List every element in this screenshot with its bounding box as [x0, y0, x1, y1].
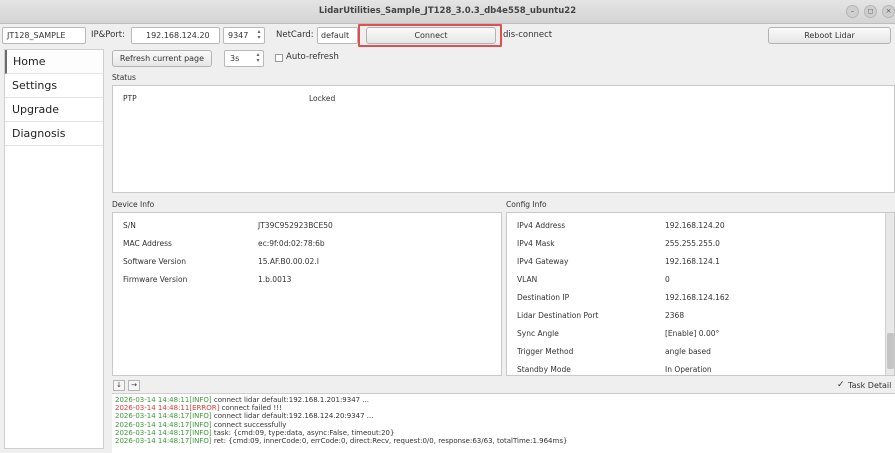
port-input[interactable]: 9347 ▴ ▾ — [223, 27, 265, 44]
device-info-value: 15.AF.B0.00.02.I — [258, 257, 319, 266]
status-value: Locked — [309, 94, 336, 103]
log-line: 2026-03-14 14:48:17[INFO] task: {cmd:09,… — [115, 428, 395, 437]
device-info-value: 1.b.0013 — [258, 275, 292, 284]
config-info-value: 0 — [665, 275, 670, 284]
config-info-panel: IPv4 Address 192.168.124.20 IPv4 Mask 25… — [506, 212, 895, 376]
sidebar-item-diagnosis[interactable]: Diagnosis — [5, 122, 103, 146]
config-info-value: angle based — [665, 347, 711, 356]
minimize-button[interactable]: – — [846, 5, 859, 18]
config-info-value: 192.168.124.20 — [665, 221, 725, 230]
device-info-key: S/N — [123, 221, 136, 230]
connection-status: dis-connect — [503, 30, 553, 40]
device-info-value: ec:9f:0d:02:78:6b — [258, 239, 325, 248]
config-info-key: IPv4 Gateway — [517, 257, 569, 266]
title-bar: LidarUtilities_Sample_JT128_3.0.3_db4e55… — [0, 0, 895, 24]
config-info-key: IPv4 Address — [517, 221, 566, 230]
device-type-select[interactable]: JT128_SAMPLE — [2, 27, 86, 44]
task-detail-label: Task Detail — [848, 381, 892, 390]
spinner-arrows-icon[interactable]: ▴ ▾ — [254, 52, 262, 65]
device-info-panel: S/N JT39C952923BCE50 MAC Address ec:9f:0… — [112, 212, 502, 376]
scroll-right-button[interactable]: → — [128, 380, 140, 391]
config-info-key: Standby Mode — [517, 365, 571, 374]
port-value: 9347 — [228, 31, 249, 40]
config-info-value: 192.168.124.1 — [665, 257, 720, 266]
refresh-interval-value: 3s — [230, 54, 240, 63]
maximize-button[interactable]: ◻ — [864, 5, 877, 18]
refresh-page-button[interactable]: Refresh current page — [112, 50, 212, 67]
netcard-label: NetCard: — [276, 30, 314, 40]
config-info-value: 255.255.255.0 — [665, 239, 720, 248]
ip-address-input[interactable]: 192.168.124.20 — [131, 27, 220, 44]
config-info-key: Lidar Destination Port — [517, 311, 599, 320]
scrollbar-thumb[interactable] — [887, 333, 894, 369]
close-button[interactable]: × — [882, 5, 895, 18]
reboot-lidar-button[interactable]: Reboot Lidar — [768, 27, 891, 44]
sidebar-item-settings[interactable]: Settings — [5, 74, 103, 98]
log-line: 2026-03-14 14:48:17[INFO] ret: {cmd:09, … — [115, 437, 568, 446]
config-info-key: Sync Angle — [517, 329, 559, 338]
sidebar: Home Settings Upgrade Diagnosis — [4, 49, 104, 449]
log-line: 2026-03-14 14:48:11[INFO] connect lidar … — [115, 396, 370, 404]
device-info-key: MAC Address — [123, 239, 172, 248]
device-info-key: Firmware Version — [123, 275, 188, 284]
window-title: LidarUtilities_Sample_JT128_3.0.3_db4e55… — [318, 6, 577, 16]
device-info-value: JT39C952923BCE50 — [258, 221, 333, 230]
status-key: PTP — [123, 94, 137, 103]
status-panel: PTP Locked — [112, 85, 895, 193]
spinner-arrows-icon[interactable]: ▴ ▾ — [255, 29, 263, 42]
config-info-key: Destination IP — [517, 293, 570, 302]
connect-button[interactable]: Connect — [366, 27, 496, 44]
sidebar-item-upgrade[interactable]: Upgrade — [5, 98, 103, 122]
auto-refresh-label: Auto-refresh — [286, 52, 339, 62]
config-info-value: 2368 — [665, 311, 685, 320]
task-detail-check-icon[interactable]: ✓ — [837, 381, 845, 390]
config-info-value: In Operation — [665, 365, 712, 374]
log-line: 2026-03-14 14:48:17[INFO] connect lidar … — [115, 412, 374, 421]
config-info-value: 192.168.124.162 — [665, 293, 730, 302]
log-line: 2026-03-14 14:48:17[INFO] connect succes… — [115, 420, 287, 429]
netcard-select[interactable]: default — [317, 27, 358, 44]
config-info-key: Trigger Method — [517, 347, 574, 356]
config-info-title: Config Info — [506, 200, 547, 209]
auto-refresh-checkbox[interactable] — [275, 54, 283, 62]
device-info-key: Software Version — [123, 257, 187, 266]
log-output[interactable]: 2026-03-14 14:48:11[INFO] connect lidar … — [112, 393, 895, 453]
log-line: 2026-03-14 14:48:11[ERROR] connect faile… — [115, 404, 282, 413]
config-info-key: IPv4 Mask — [517, 239, 555, 248]
ip-port-label: IP&Port: — [91, 30, 125, 40]
scroll-down-button[interactable]: ↓ — [113, 380, 125, 391]
config-info-key: VLAN — [517, 275, 538, 284]
device-info-title: Device Info — [112, 200, 155, 209]
sidebar-item-home[interactable]: Home — [5, 50, 103, 74]
config-scrollbar[interactable] — [885, 213, 894, 375]
refresh-interval-select[interactable]: 3s ▴ ▾ — [224, 50, 264, 67]
config-info-value: [Enable] 0.00° — [665, 329, 720, 338]
status-group-title: Status — [112, 73, 136, 82]
